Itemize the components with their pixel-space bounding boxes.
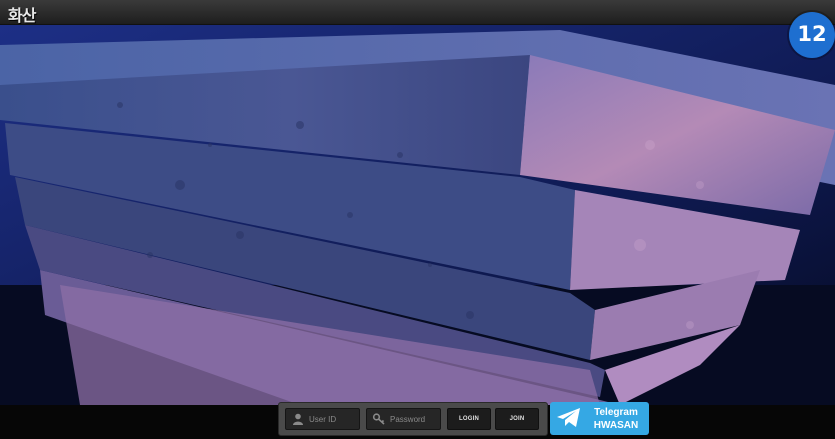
hero-background-image: [0, 25, 835, 405]
login-button[interactable]: LOGIN: [447, 408, 491, 430]
telegram-label-line2: HWASAN: [593, 420, 639, 431]
telegram-label: Telegram HWASAN: [586, 406, 646, 432]
password-field[interactable]: [366, 408, 442, 430]
user-icon: [293, 413, 303, 425]
login-form: LOGIN JOIN: [278, 402, 548, 436]
password-input[interactable]: [390, 410, 442, 428]
user-id-field[interactable]: [285, 408, 361, 430]
rating-badge: 12: [789, 12, 835, 58]
user-id-input[interactable]: [309, 410, 361, 428]
key-icon: [372, 413, 385, 425]
telegram-label-line1: Telegram: [594, 407, 638, 418]
top-bar: 화산: [0, 0, 835, 25]
telegram-plane-icon: [557, 408, 580, 427]
rating-badge-text: 12: [797, 22, 827, 46]
site-logo[interactable]: 화산: [8, 2, 36, 26]
join-button[interactable]: JOIN: [495, 408, 539, 430]
telegram-button[interactable]: Telegram HWASAN: [550, 402, 649, 435]
